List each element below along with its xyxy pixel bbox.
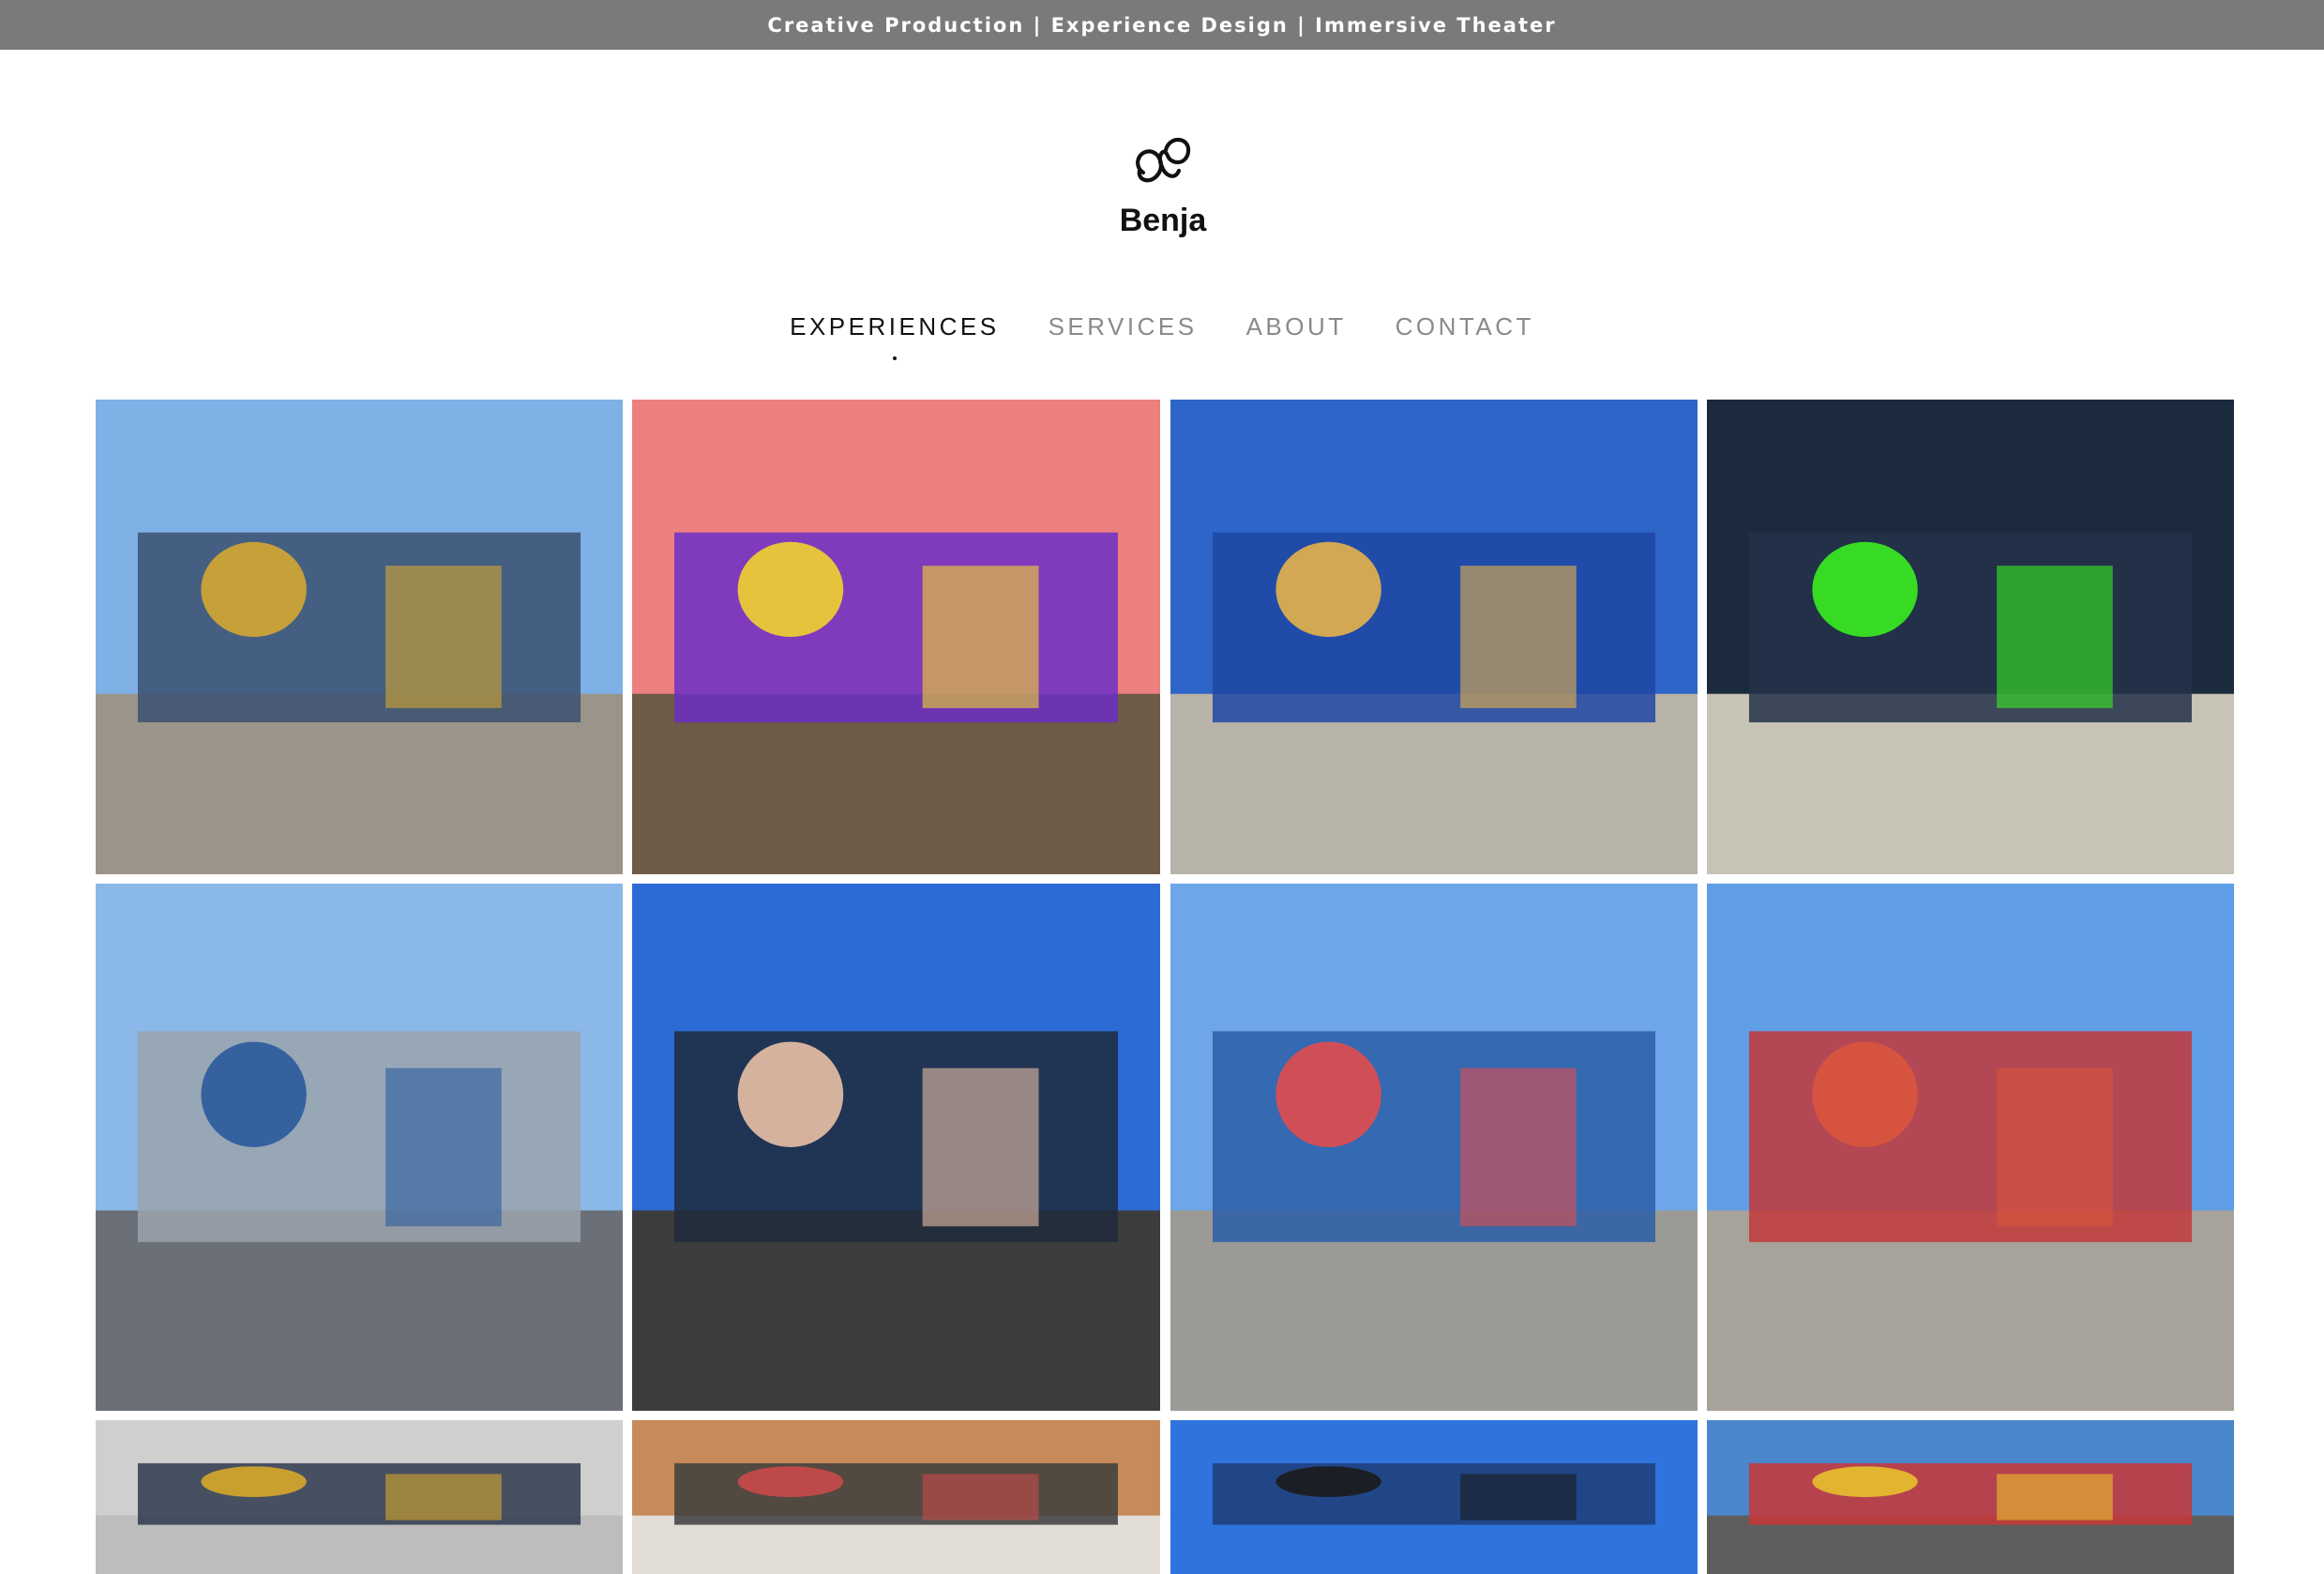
gallery-tile-moon-container-mural[interactable]	[1170, 400, 1698, 874]
photo-bison-mural	[632, 400, 1160, 874]
gallery-tile-costumed-crowd[interactable]	[1707, 1420, 2234, 1574]
gallery-tile-pedicab-rider-crowd[interactable]	[1170, 884, 1698, 1411]
gallery-tile-blue-sky-performer[interactable]	[1170, 1420, 1698, 1574]
photo-moon-container-mural	[1170, 400, 1698, 874]
photo-pole-dancer-horse	[632, 884, 1160, 1411]
photo-dj-laptop	[632, 1420, 1160, 1574]
gallery-tile-space-kid-mural[interactable]	[1707, 400, 2234, 874]
photo-costumed-crowd	[1707, 1420, 2234, 1574]
gallery-tile-festival-crowd[interactable]	[1707, 884, 2234, 1411]
photo-tuba-players	[96, 1420, 623, 1574]
photo-gallery	[0, 0, 2324, 1574]
photo-festival-crowd	[1707, 884, 2234, 1411]
gallery-tile-bison-mural[interactable]	[632, 400, 1160, 874]
photo-disco-pedicab	[96, 884, 623, 1411]
photo-space-kid-mural	[1707, 400, 2234, 874]
gallery-tile-dj-laptop[interactable]	[632, 1420, 1160, 1574]
photo-pedicab-rider-crowd	[1170, 884, 1698, 1411]
photo-brass-band-parade	[96, 400, 623, 874]
gallery-tile-tuba-players[interactable]	[96, 1420, 623, 1574]
gallery-tile-disco-pedicab[interactable]	[96, 884, 623, 1411]
gallery-tile-pole-dancer-horse[interactable]	[632, 884, 1160, 1411]
gallery-tile-brass-band-parade[interactable]	[96, 400, 623, 874]
photo-blue-sky-performer	[1170, 1420, 1698, 1574]
